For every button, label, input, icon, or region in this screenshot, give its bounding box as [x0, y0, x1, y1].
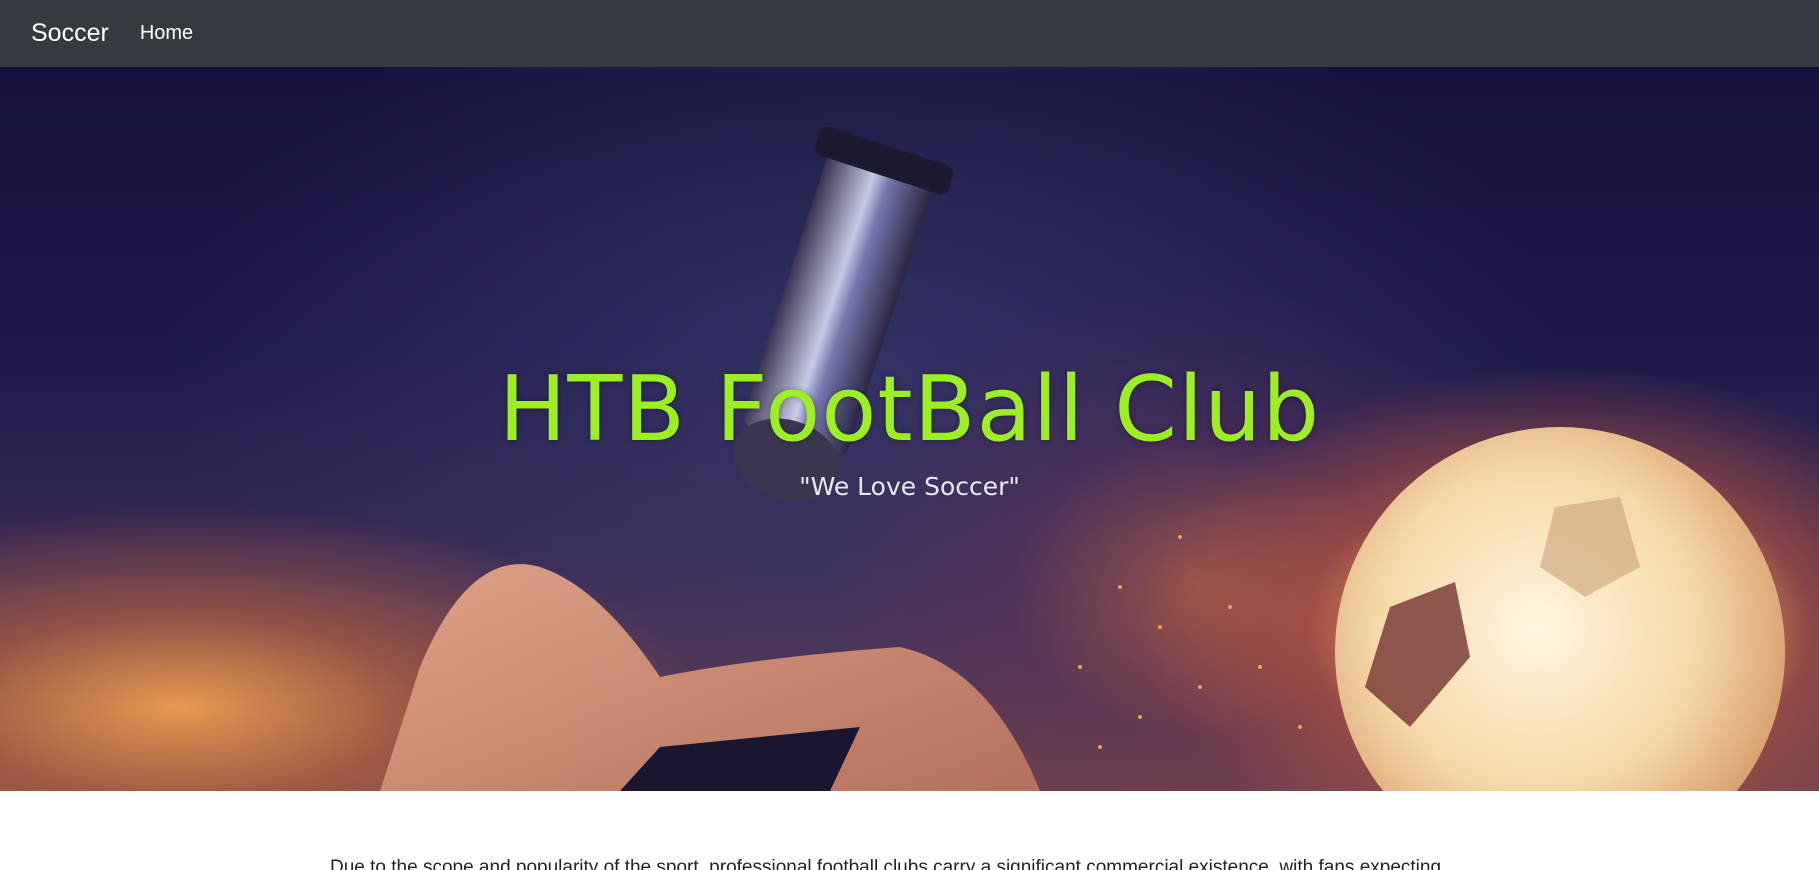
hero-text-container: HTB FootBall Club "We Love Soccer" — [0, 67, 1819, 791]
hero-title: HTB FootBall Club — [498, 357, 1321, 462]
hero-banner: HTB FootBall Club "We Love Soccer" — [0, 67, 1819, 791]
intro-paragraph: Due to the scope and popularity of the s… — [330, 857, 1442, 870]
brand-logo[interactable]: Soccer — [31, 19, 109, 48]
nav-link-home[interactable]: Home — [140, 22, 193, 45]
main-content: Due to the scope and popularity of the s… — [0, 791, 1819, 870]
hero-tagline: "We Love Soccer" — [799, 472, 1020, 501]
top-navbar: Soccer Home — [0, 0, 1819, 67]
